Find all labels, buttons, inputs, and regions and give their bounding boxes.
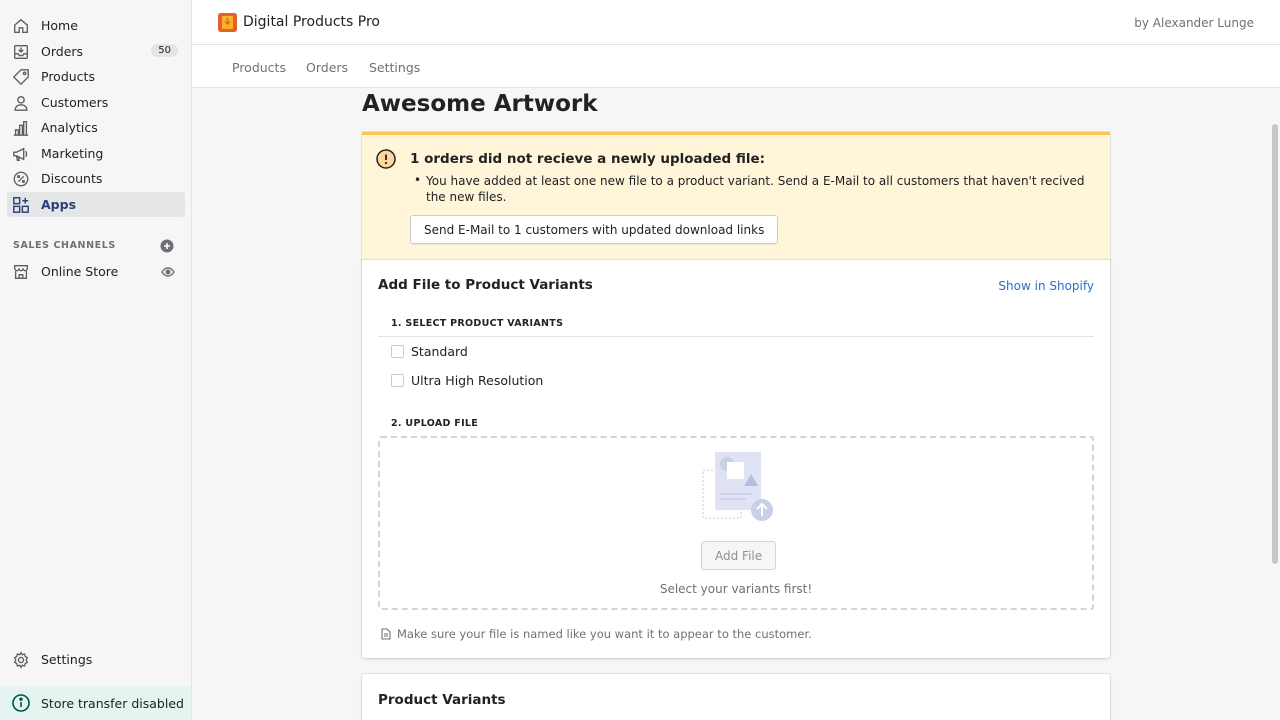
product-variants-card: Product Variants (362, 674, 1110, 720)
variant-ultra-high-resolution-checkbox[interactable] (391, 374, 404, 387)
tag-icon (11, 67, 31, 87)
dropzone-hint: Select your variants first! (659, 582, 813, 596)
info-icon (11, 693, 31, 713)
discount-icon (11, 169, 31, 189)
sidebar-item-label: Analytics (41, 120, 98, 135)
gear-icon (11, 650, 31, 670)
add-sales-channel-icon[interactable] (160, 239, 174, 253)
file-dropzone[interactable]: Add File Select your variants first! (378, 436, 1094, 610)
divider (378, 336, 1094, 337)
sidebar-item-apps[interactable]: Apps (7, 192, 185, 217)
bar-chart-icon (11, 118, 31, 138)
sidebar-item-label: Home (41, 18, 78, 33)
file-note-text: Make sure your file is named like you wa… (397, 627, 812, 641)
sidebar-item-label: Discounts (41, 171, 103, 186)
add-file-card: Add File to Product Variants Show in Sho… (362, 260, 1110, 658)
home-icon (11, 16, 31, 36)
sidebar-item-marketing[interactable]: Marketing (7, 141, 185, 166)
store-icon (11, 262, 31, 282)
show-in-shopify-link[interactable]: Show in Shopify (998, 279, 1094, 293)
sidebar-item-label: Online Store (41, 264, 119, 279)
upload-file-label: 2. UPLOAD FILE (391, 418, 479, 429)
variant-ultra-high-resolution-option[interactable]: Ultra High Resolution (391, 373, 543, 388)
sidebar-item-label: Marketing (41, 146, 104, 161)
sidebar-item-home[interactable]: Home (7, 13, 185, 38)
apps-icon (11, 195, 31, 215)
variant-label: Standard (411, 344, 468, 359)
main-content: Awesome Artwork 1 orders did not recieve… (192, 88, 1272, 720)
file-name-note: Make sure your file is named like you wa… (380, 627, 812, 641)
sidebar-item-settings[interactable]: Settings (7, 647, 185, 672)
sidebar-item-customers[interactable]: Customers (7, 90, 185, 115)
page-title: Awesome Artwork (362, 91, 598, 117)
sidebar: Home Orders 50 Products Customers Analyt… (0, 0, 192, 720)
app-logo-icon (218, 13, 237, 32)
app-title: Digital Products Pro (243, 14, 380, 30)
sidebar-item-analytics[interactable]: Analytics (7, 115, 185, 140)
add-file-button[interactable]: Add File (701, 541, 777, 570)
store-transfer-status[interactable]: Store transfer disabled (0, 686, 191, 720)
orders-icon (11, 42, 31, 62)
megaphone-icon (11, 144, 31, 164)
sidebar-item-orders[interactable]: Orders 50 (7, 39, 185, 64)
product-variants-title: Product Variants (378, 692, 506, 708)
app-subnav: Products Orders Settings (192, 45, 1280, 88)
add-file-card-title: Add File to Product Variants (378, 277, 593, 293)
variant-label: Ultra High Resolution (411, 373, 544, 388)
warning-banner: 1 orders did not recieve a newly uploade… (362, 132, 1110, 260)
sales-channels-label: SALES CHANNELS (13, 240, 116, 251)
store-transfer-label: Store transfer disabled (41, 695, 184, 711)
subnav-products[interactable]: Products (232, 60, 286, 75)
send-email-button[interactable]: Send E-Mail to 1 customers with updated … (410, 215, 779, 244)
variant-standard-checkbox[interactable] (391, 345, 404, 358)
sidebar-item-label: Customers (41, 95, 109, 110)
eye-icon[interactable] (161, 265, 175, 279)
select-variants-label: 1. SELECT PRODUCT VARIANTS (391, 318, 564, 329)
file-upload-icon (702, 452, 773, 521)
sidebar-item-label: Settings (41, 652, 93, 667)
app-author[interactable]: by Alexander Lunge (1134, 16, 1254, 30)
sidebar-item-products[interactable]: Products (7, 64, 185, 89)
subnav-settings[interactable]: Settings (369, 60, 420, 75)
variant-standard-option[interactable]: Standard (391, 344, 468, 359)
page-scrollbar[interactable] (1272, 124, 1278, 564)
sidebar-item-label: Orders (41, 44, 84, 59)
document-icon (381, 628, 391, 640)
sidebar-item-label: Apps (41, 197, 77, 212)
banner-text: You have added at least one new file to … (426, 174, 1085, 204)
orders-count-badge: 50 (151, 44, 178, 57)
sidebar-item-discounts[interactable]: Discounts (7, 166, 185, 191)
banner-title: 1 orders did not recieve a newly uploade… (410, 151, 766, 167)
sidebar-item-online-store[interactable]: Online Store (7, 259, 185, 284)
app-header: Digital Products Pro by Alexander Lunge (192, 0, 1280, 45)
warning-icon (376, 149, 396, 169)
person-icon (11, 93, 31, 113)
sidebar-item-label: Products (41, 69, 95, 84)
subnav-orders[interactable]: Orders (306, 60, 348, 75)
bullet-icon: • (414, 173, 422, 187)
